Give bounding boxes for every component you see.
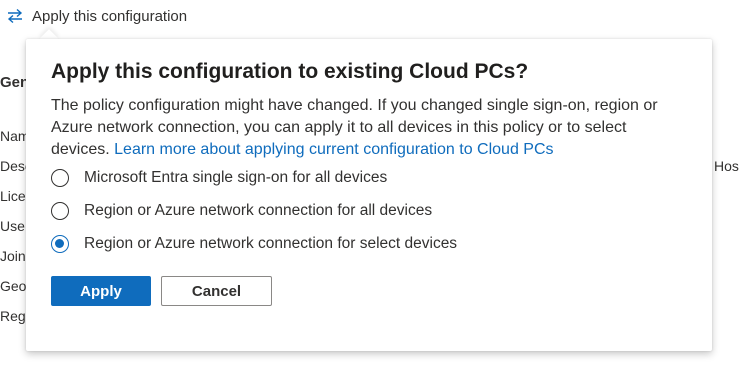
row-label-join: Join — [0, 248, 26, 264]
section-heading-fragment: Gen — [0, 74, 30, 91]
radio-button[interactable] — [51, 201, 69, 220]
option-region-network-all-devices[interactable]: Region or Azure network connection for a… — [51, 194, 688, 227]
right-column-label: Hos — [714, 158, 739, 174]
callout-description: The policy configuration might have chan… — [51, 95, 688, 161]
cancel-button[interactable]: Cancel — [161, 276, 272, 306]
apply-button[interactable]: Apply — [51, 276, 151, 306]
option-label: Region or Azure network connection for a… — [84, 201, 433, 219]
option-region-network-select-devices[interactable]: Region or Azure network connection for s… — [51, 227, 688, 260]
callout-actions: Apply Cancel — [51, 276, 688, 306]
option-label: Region or Azure network connection for s… — [84, 234, 458, 252]
radio-button[interactable] — [51, 168, 69, 187]
row-label-geography: Geo — [0, 278, 27, 294]
apply-configuration-callout: Apply this configuration to existing Clo… — [26, 39, 712, 351]
row-label-user: Use — [0, 218, 25, 234]
apply-configuration-command[interactable]: Apply this configuration — [6, 4, 187, 28]
swap-arrows-icon — [6, 8, 24, 24]
callout-title: Apply this configuration to existing Clo… — [51, 60, 529, 83]
radio-button-selected[interactable] — [51, 234, 69, 253]
option-entra-sso-all-devices[interactable]: Microsoft Entra single sign-on for all d… — [51, 161, 688, 194]
apply-configuration-label: Apply this configuration — [32, 7, 188, 25]
row-label-region: Regi — [0, 308, 29, 324]
apply-options-radio-group: Microsoft Entra single sign-on for all d… — [51, 161, 688, 260]
option-label: Microsoft Entra single sign-on for all d… — [84, 168, 388, 186]
learn-more-link[interactable]: Learn more about applying current config… — [114, 141, 553, 158]
